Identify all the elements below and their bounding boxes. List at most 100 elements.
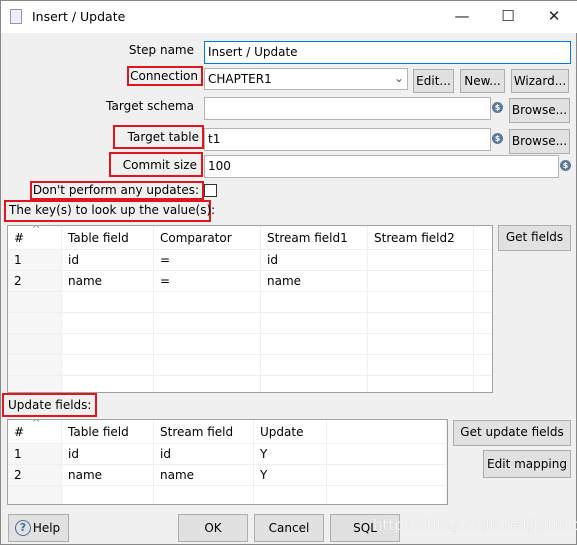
- column-header[interactable]: Stream field2: [368, 226, 474, 249]
- column-header[interactable]: Table field: [62, 226, 154, 249]
- keys-table[interactable]: # Table field Comparator Stream field1 Strea…: [7, 225, 493, 393]
- table-cell: 2: [8, 271, 62, 291]
- edit-connection-button[interactable]: Edit...: [413, 69, 454, 93]
- table-cell: [327, 465, 447, 485]
- table-cell: name: [261, 271, 368, 291]
- sort-indicator-icon: ^: [32, 225, 41, 235]
- dont-update-label: Don't perform any updates:: [30, 181, 204, 200]
- table-cell: [254, 486, 327, 504]
- table-cell: [474, 355, 492, 375]
- table-cell: [261, 334, 368, 354]
- close-button[interactable]: ✕: [539, 5, 569, 27]
- table-row[interactable]: 1 id id Y: [8, 444, 447, 465]
- maximize-button[interactable]: ☐: [493, 5, 523, 27]
- connection-select[interactable]: CHAPTER1 ⌄: [204, 68, 408, 90]
- table-cell: id: [62, 444, 154, 464]
- table-cell: [368, 271, 474, 291]
- table-cell: [8, 376, 62, 392]
- table-cell: =: [154, 250, 261, 270]
- table-cell: [327, 444, 447, 464]
- table-row[interactable]: [8, 292, 492, 313]
- dont-update-checkbox[interactable]: [204, 184, 217, 197]
- column-header[interactable]: Table field: [62, 420, 154, 443]
- ok-button[interactable]: OK: [178, 514, 248, 542]
- help-button[interactable]: ? Help: [8, 514, 69, 542]
- table-cell: [154, 313, 261, 333]
- table-cell: [474, 376, 492, 392]
- update-table[interactable]: # Table field Stream field Update ^ 1 id id Y 2 na…: [7, 419, 448, 505]
- new-connection-button[interactable]: New...: [460, 69, 505, 93]
- step-name-label: Step name: [128, 43, 194, 57]
- step-name-input[interactable]: Insert / Update: [204, 41, 571, 64]
- table-cell: name: [62, 271, 154, 291]
- table-cell: [368, 313, 474, 333]
- table-cell: [368, 334, 474, 354]
- app-icon: [10, 9, 22, 24]
- edit-mapping-button[interactable]: Edit mapping: [483, 450, 571, 478]
- table-cell: [62, 486, 154, 504]
- table-cell: 2: [8, 465, 62, 485]
- table-cell: [474, 271, 492, 291]
- target-table-input[interactable]: t1: [204, 128, 491, 151]
- sort-indicator-icon: ^: [32, 419, 41, 429]
- get-fields-button[interactable]: Get fields: [498, 225, 571, 251]
- table-cell: [261, 313, 368, 333]
- chevron-down-icon: ⌄: [393, 71, 404, 85]
- table-cell: [154, 486, 254, 504]
- table-cell: [261, 292, 368, 312]
- browse-table-button[interactable]: Browse...: [509, 129, 570, 154]
- table-row[interactable]: [8, 486, 447, 504]
- column-header[interactable]: [327, 420, 447, 443]
- connection-label: Connection: [127, 66, 203, 86]
- browse-schema-button[interactable]: Browse...: [509, 98, 570, 123]
- watermark: https://blog.csdn.net/JpHold: [373, 516, 577, 534]
- table-cell: [8, 313, 62, 333]
- variable-icon: $: [492, 133, 503, 144]
- table-cell: name: [62, 465, 154, 485]
- table-cell: [154, 292, 261, 312]
- table-cell: [8, 355, 62, 375]
- table-cell: name: [154, 465, 254, 485]
- table-row[interactable]: [8, 313, 492, 334]
- table-cell: [474, 334, 492, 354]
- table-cell: [474, 292, 492, 312]
- table-row[interactable]: [8, 334, 492, 355]
- table-cell: Y: [254, 444, 327, 464]
- cancel-button[interactable]: Cancel: [254, 514, 324, 542]
- minimize-button[interactable]: —: [447, 5, 477, 27]
- column-header[interactable]: Stream field1: [261, 226, 368, 249]
- table-cell: [154, 376, 261, 392]
- column-header[interactable]: Stream field: [154, 420, 254, 443]
- column-header[interactable]: Comparator: [154, 226, 261, 249]
- table-cell: [8, 486, 62, 504]
- table-cell: id: [261, 250, 368, 270]
- table-cell: 1: [8, 444, 62, 464]
- table-row[interactable]: [8, 355, 492, 376]
- table-row[interactable]: 2 name = name: [8, 271, 492, 292]
- table-cell: [368, 292, 474, 312]
- target-schema-label: Target schema: [106, 99, 194, 113]
- table-row[interactable]: 2 name name Y: [8, 465, 447, 486]
- column-header[interactable]: Update: [254, 420, 327, 443]
- table-cell: [154, 355, 261, 375]
- column-header[interactable]: [474, 226, 492, 249]
- table-cell: id: [154, 444, 254, 464]
- table-cell: [62, 355, 154, 375]
- target-schema-input[interactable]: [204, 97, 491, 120]
- commit-size-input[interactable]: 100: [204, 155, 559, 178]
- table-cell: =: [154, 271, 261, 291]
- table-cell: [368, 355, 474, 375]
- wizard-button[interactable]: Wizard...: [511, 69, 569, 93]
- variable-icon: $: [492, 102, 503, 113]
- target-table-label: Target table: [113, 125, 204, 149]
- table-cell: [62, 334, 154, 354]
- keys-label: The key(s) to look up the value(s):: [4, 200, 215, 222]
- table-row[interactable]: 1 id = id: [8, 250, 492, 271]
- table-cell: [8, 292, 62, 312]
- table-cell: 1: [8, 250, 62, 270]
- table-row[interactable]: [8, 376, 492, 392]
- table-cell: [261, 376, 368, 392]
- help-label: Help: [32, 521, 61, 535]
- table-cell: [368, 250, 474, 270]
- get-update-fields-button[interactable]: Get update fields: [453, 420, 571, 446]
